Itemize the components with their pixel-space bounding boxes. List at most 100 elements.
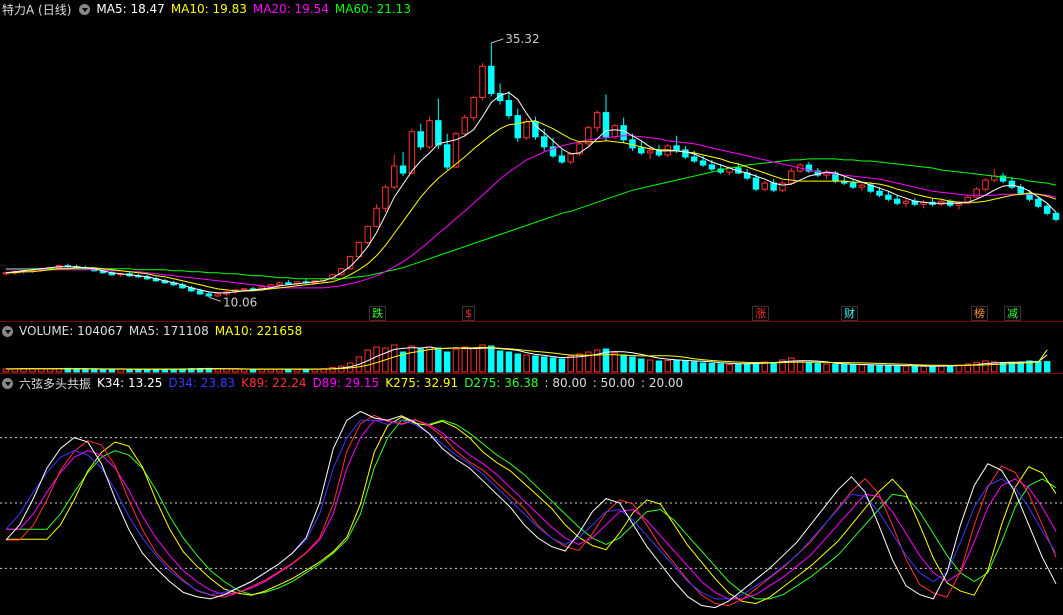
- ma5-line: [5, 91, 1057, 294]
- ma20-line: [6, 135, 1057, 289]
- k275-label: K275: 32.91: [385, 376, 459, 390]
- volume-bar: [699, 362, 707, 373]
- event-marker-finance[interactable]: 财: [841, 306, 858, 321]
- volume-bar: [832, 363, 839, 373]
- volume-bar: [38, 368, 45, 373]
- level-20-label: : 20.00: [640, 376, 684, 390]
- volume-bar: [285, 368, 292, 373]
- volume-bar: [655, 360, 663, 373]
- candle: [999, 173, 1007, 184]
- volume-bar: [541, 356, 548, 373]
- volume-bar: [549, 357, 557, 373]
- volume-bar: [867, 364, 874, 373]
- candle: [373, 204, 380, 228]
- volume-bar: [735, 363, 742, 373]
- d89-label: D89: 29.15: [312, 376, 380, 390]
- volume-bar: [99, 368, 107, 373]
- volume-bar: [426, 346, 433, 373]
- volume-bar: [849, 364, 857, 373]
- volume-bar: [443, 351, 451, 373]
- volume-bar: [452, 348, 460, 373]
- volume-bar: [293, 368, 301, 373]
- candle: [576, 141, 583, 156]
- event-marker-rise[interactable]: 涨: [752, 306, 769, 321]
- candle: [496, 83, 504, 105]
- volume-bar: [823, 363, 830, 373]
- volume-ma5-label: MA5: 171108: [128, 324, 209, 338]
- indicator-legend: 六弦多头共振 K34: 13.25 D34: 23.83 K89: 22.24 …: [0, 374, 689, 392]
- volume-bar: [770, 362, 777, 373]
- volume-bar: [232, 368, 239, 373]
- event-marker-drop[interactable]: 跌: [369, 306, 386, 321]
- candle: [743, 169, 751, 181]
- candle: [779, 181, 786, 193]
- high-marker: [491, 38, 504, 44]
- indicator-name[interactable]: 六弦多头共振: [19, 375, 91, 392]
- volume-bar: [488, 345, 495, 373]
- candle: [470, 95, 477, 121]
- d34-label: D34: 23.83: [168, 376, 236, 390]
- candle: [770, 179, 777, 193]
- volume-bar: [814, 363, 822, 373]
- price-chart[interactable]: 35.32 10.06: [0, 18, 1063, 322]
- volume-bar: [911, 365, 919, 373]
- candle: [399, 151, 407, 177]
- volume-panel: VOLUME: 104067 MA5: 171108 MA10: 221658: [0, 322, 1063, 374]
- candle: [638, 141, 645, 155]
- volume-bar: [532, 355, 539, 373]
- high-price-label: 35.32: [505, 32, 539, 46]
- chevron-down-icon[interactable]: [79, 3, 91, 15]
- candle: [858, 182, 866, 192]
- candle: [417, 123, 424, 150]
- k89-line: [6, 414, 1057, 607]
- volume-bar: [929, 365, 936, 373]
- price-panel: 特力A (日线) MA5: 18.47 MA10: 19.83 MA20: 19…: [0, 0, 1063, 322]
- chevron-down-icon[interactable]: [2, 377, 13, 389]
- volume-bar: [885, 365, 892, 373]
- candle: [214, 292, 222, 297]
- candle: [902, 198, 910, 208]
- stock-title[interactable]: 特力A (日线): [2, 1, 71, 18]
- k34-label: K34: 13.25: [97, 376, 163, 390]
- candle: [911, 198, 919, 207]
- volume-bar: [752, 362, 760, 373]
- candle: [443, 133, 451, 171]
- candle: [920, 200, 927, 209]
- volume-bar: [841, 364, 848, 373]
- volume-bar: [796, 360, 804, 373]
- volume-bar: [258, 368, 266, 373]
- candle: [938, 199, 945, 207]
- candle: [1008, 177, 1016, 190]
- candle: [505, 91, 513, 119]
- ma60-label: MA60: 21.13: [334, 2, 411, 16]
- volume-label: VOLUME: 104067: [19, 324, 123, 338]
- candle: [973, 187, 980, 199]
- candle: [435, 98, 442, 149]
- candle: [585, 125, 592, 146]
- ma10-label: MA10: 19.83: [170, 2, 247, 16]
- candle: [382, 185, 389, 213]
- candle: [982, 178, 989, 192]
- volume-bar: [223, 368, 230, 373]
- event-marker-dollar[interactable]: $: [462, 306, 475, 321]
- volume-bar: [249, 368, 257, 373]
- chevron-down-icon[interactable]: [2, 325, 13, 337]
- volume-bar: [726, 364, 733, 373]
- volume-bar: [717, 363, 724, 373]
- event-marker-reduce[interactable]: 减: [1004, 306, 1021, 321]
- volume-bar: [408, 345, 416, 373]
- volume-bar: [620, 354, 627, 373]
- indicator-chart[interactable]: [0, 392, 1063, 615]
- candle: [788, 168, 795, 186]
- event-marker-list[interactable]: 榜: [971, 306, 988, 321]
- volume-bar: [788, 357, 795, 373]
- volume-chart[interactable]: [0, 340, 1063, 374]
- candle: [426, 116, 433, 149]
- candle: [885, 191, 892, 202]
- ma60-line: [6, 158, 1057, 280]
- candle: [461, 114, 469, 137]
- volume-bar: [1043, 361, 1051, 373]
- volume-bar: [461, 346, 469, 373]
- volume-bar: [876, 364, 883, 373]
- candle: [1052, 211, 1060, 222]
